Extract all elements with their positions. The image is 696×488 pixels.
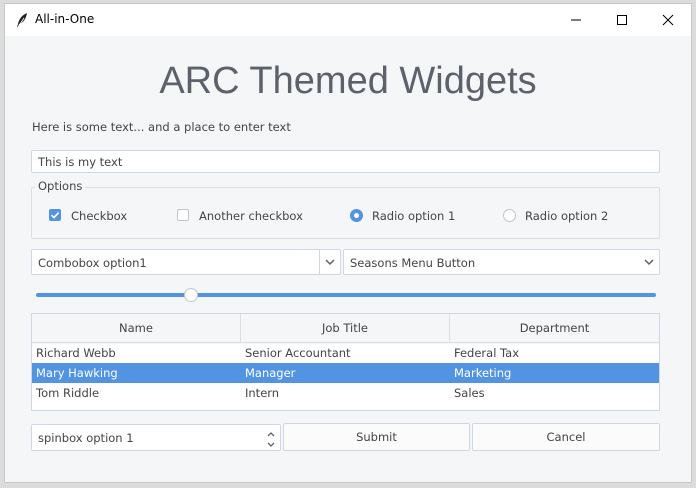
spinbox-value: spinbox option 1 [38,431,134,445]
feather-icon [15,12,29,28]
cancel-button[interactable]: Cancel [472,423,660,451]
table-row[interactable]: Tom Riddle Intern Sales [32,383,659,403]
table-cell: Manager [245,366,296,380]
table-cell: Marketing [454,366,512,380]
close-icon [662,14,674,26]
chevron-down-icon [644,259,654,266]
table-cell: Mary Hawking [36,366,118,380]
maximize-icon [617,15,627,25]
table-cell: Federal Tax [454,346,520,360]
combobox-value: Combobox option1 [38,256,147,270]
radio-option-2[interactable]: Radio option 2 [503,208,613,224]
table-cell: Senior Accountant [245,346,351,360]
radio-option-1-dot[interactable] [350,209,363,222]
window-title: All-in-One [35,12,95,26]
check-icon [50,212,60,219]
submit-button[interactable]: Submit [283,423,470,451]
options-frame-label: Options [35,179,86,193]
radio-option-2-label: Radio option 2 [525,209,609,223]
slider-track[interactable] [36,293,656,297]
spin-down-button[interactable] [266,438,276,447]
minimize-button[interactable] [553,4,599,36]
maximize-button[interactable] [599,4,645,36]
table-cell: Sales [454,386,485,400]
column-header-job-title[interactable]: Job Title [241,314,450,343]
checkbox-2[interactable]: Another checkbox [177,208,307,224]
spinbox[interactable]: spinbox option 1 [31,424,281,451]
intro-label: Here is some text... and a place to ente… [32,120,291,134]
radio-option-1-label: Radio option 1 [372,209,456,223]
close-button[interactable] [645,4,691,36]
table-header: Name Job Title Department [32,314,659,344]
minimize-icon [571,19,581,21]
radio-option-2-dot[interactable] [503,209,516,222]
table-cell: Tom Riddle [36,386,100,400]
checkbox-1-label: Checkbox [71,209,128,223]
checkbox-1[interactable]: Checkbox [49,208,139,224]
table-row-selected[interactable]: Mary Hawking Manager Marketing [32,363,659,383]
table-cell: Richard Webb [36,346,116,360]
table-cell: Intern [245,386,280,400]
menu-dropdown[interactable] [639,250,659,274]
chevron-down-icon [325,259,335,266]
checkbox-1-box[interactable] [49,209,61,221]
seasons-menu-button-label: Seasons Menu Button [350,256,476,270]
table-row[interactable]: Richard Webb Senior Accountant Federal T… [32,343,659,363]
checkbox-2-label: Another checkbox [199,209,303,223]
text-entry[interactable] [31,150,660,173]
radio-option-1[interactable]: Radio option 1 [350,208,460,224]
column-header-department[interactable]: Department [450,314,659,343]
combobox-dropdown[interactable] [319,250,340,274]
spin-up-button[interactable] [266,428,276,437]
column-header-name[interactable]: Name [32,314,241,343]
page-title: ARC Themed Widgets [159,60,537,102]
app-window: All-in-One ARC Themed Widgets Here is so… [5,4,691,482]
slider-handle[interactable] [184,288,198,302]
employee-table: Name Job Title Department Richard Webb S… [31,313,660,411]
checkbox-2-box[interactable] [177,209,189,221]
combobox[interactable]: Combobox option1 [31,249,341,275]
title-bar[interactable]: All-in-One [5,4,691,36]
spin-down-icon [267,442,275,447]
seasons-menu-button[interactable]: Seasons Menu Button [343,249,660,275]
